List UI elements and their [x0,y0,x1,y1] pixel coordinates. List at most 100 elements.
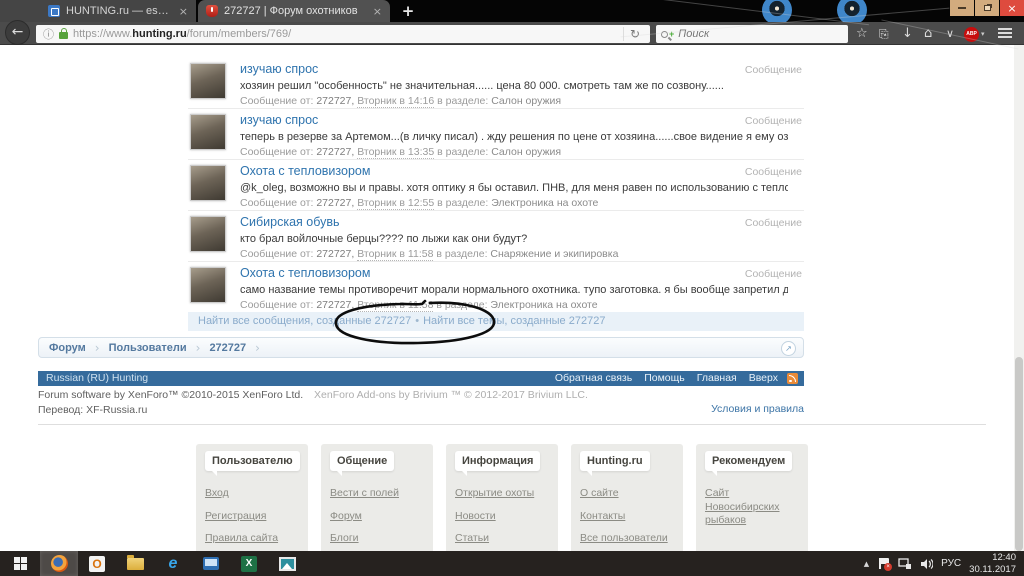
bookmark-star-icon[interactable]: ☆ [856,26,868,42]
tab-close-icon[interactable]: × [373,5,382,18]
back-button[interactable]: ← [5,20,30,45]
taskbar-firefox-button[interactable] [40,551,78,576]
page-scrollbar[interactable] [1014,45,1024,551]
post-meta: Сообщение от: 272727, Вторник в 12:55 в … [240,197,598,209]
tray-expand-icon[interactable]: ▲ [864,560,869,568]
https-lock-icon[interactable] [59,32,68,39]
post-title-link[interactable]: изучаю спрос [240,62,318,76]
taskbar-ie-button[interactable]: e [154,551,192,576]
footer-link[interactable]: Все пользователи [580,532,676,546]
url-domain: hunting.ru [132,28,186,40]
taskbar-excel-button[interactable]: X [230,551,268,576]
taskbar: O e X ▲ × РУС 12:40 30.11.2017 [0,551,1024,576]
footer-link[interactable]: Новости [455,510,551,524]
taskbar-photos-button[interactable] [268,551,306,576]
adblock-caret-icon[interactable]: ▾ [981,30,985,38]
network-icon[interactable] [898,558,912,570]
meta-section-link[interactable]: Электроника на охоте [491,197,598,209]
avatar[interactable] [190,216,226,252]
avatar[interactable] [190,114,226,150]
action-center-flag-icon[interactable]: × [877,557,890,570]
footer-link[interactable]: Форум [330,510,426,524]
clipboard-icon[interactable]: ⎘ [879,26,889,42]
meta-date-link[interactable]: Вторник в 11:58 [357,248,433,261]
tab-member-272727[interactable]: 272727 | Форум охотников × [198,0,390,22]
post-row: изучаю спрос теперь в резерве за Артемом… [188,109,804,160]
forum-credits: Forum software by XenForo™ ©2010-2015 Xe… [38,389,804,416]
search-box[interactable]: + [656,25,848,43]
meta-author-link[interactable]: 272727, [316,299,354,311]
window-restore-button[interactable] [975,0,999,16]
taskbar-outlook-button[interactable]: O [78,551,116,576]
meta-author-link[interactable]: 272727, [316,248,354,260]
pocket-chevron-icon[interactable]: ∨ [946,26,954,42]
footer-link[interactable]: Контакты [580,510,676,524]
find-all-threads-link[interactable]: Найти все темы, созданные 272727 [423,315,605,327]
breadcrumb-forum[interactable]: Форум [49,342,86,354]
terms-link[interactable]: Условия и правила [711,403,804,415]
contact-link[interactable]: Обратная связь [555,371,632,386]
top-link[interactable]: Вверх [749,371,778,386]
downloads-icon[interactable]: ↓ [902,26,913,42]
home-link[interactable]: Главная [697,371,737,386]
meta-author-link[interactable]: 272727, [316,95,354,107]
post-title-link[interactable]: Охота с тепловизором [240,164,370,178]
post-title-link[interactable]: Охота с тепловизором [240,266,370,280]
adblock-plus-icon[interactable]: ABP [964,27,979,42]
brivium-credit: XenForo Add-ons by Brivium ™ © 2012-2017… [314,389,588,401]
footer-link[interactable]: Сайт Новосибирских рыбаков [705,487,801,528]
meta-date-link[interactable]: Вторник в 13:35 [357,146,434,159]
footer-link[interactable]: Вход [205,487,301,501]
tab-close-icon[interactable]: × [179,5,188,18]
meta-author-link[interactable]: 272727, [316,146,354,158]
avatar[interactable] [190,267,226,303]
post-type-badge: Сообщение [745,115,802,127]
meta-section-link[interactable]: Салон оружия [491,95,561,107]
search-input[interactable] [678,28,798,40]
address-bar[interactable]: ⓘ https://www. hunting.ru /forum/members… [36,25,650,43]
meta-prefix: Сообщение от: [240,95,313,107]
tab-hunting-home[interactable]: HUNTING.ru — esem_sv_i... × [40,0,196,22]
find-all-messages-link[interactable]: Найти все сообщения, созданные 272727 [198,315,411,327]
avatar[interactable] [190,165,226,201]
breadcrumb-users[interactable]: Пользователи [109,342,187,354]
rss-icon[interactable] [787,373,798,384]
language-indicator[interactable]: РУС [941,558,961,569]
post-title-link[interactable]: Сибирская обувь [240,215,340,229]
page-info-icon[interactable]: ⓘ [43,26,54,42]
meta-author-link[interactable]: 272727, [316,197,354,209]
window-close-button[interactable]: × [1000,0,1024,16]
style-chooser[interactable]: Russian (RU) Hunting [38,371,543,386]
volume-icon[interactable] [920,558,933,570]
start-button[interactable] [0,551,40,576]
footer-link[interactable]: Статьи [455,532,551,546]
find-links-bar: Найти все сообщения, созданные 272727•На… [188,312,804,331]
hamburger-menu-icon[interactable] [998,28,1012,38]
quick-navigation-button[interactable]: ↗ [781,341,796,356]
reload-icon[interactable]: ↻ [623,27,646,41]
scrollbar-thumb[interactable] [1015,357,1023,551]
breadcrumb-member[interactable]: 272727 [209,342,246,354]
footer-link[interactable]: Вести с полей [330,487,426,501]
window-minimize-button[interactable] [950,0,974,16]
clock-time: 12:40 [969,552,1016,563]
footer-link[interactable]: Правила сайта [205,532,301,546]
avatar[interactable] [190,63,226,99]
home-icon[interactable]: ⌂ [924,26,932,42]
new-tab-button[interactable]: + [396,1,420,21]
meta-section-link[interactable]: Салон оружия [491,146,561,158]
footer-link[interactable]: Открытие охоты [455,487,551,501]
meta-section-link[interactable]: Снаряжение и экипировка [490,248,618,260]
help-link[interactable]: Помощь [644,371,685,386]
post-title-link[interactable]: изучаю спрос [240,113,318,127]
taskbar-devices-button[interactable] [192,551,230,576]
meta-date-link[interactable]: Вторник в 11:58 [357,299,433,312]
meta-date-link[interactable]: Вторник в 12:55 [357,197,434,210]
footer-link[interactable]: О сайте [580,487,676,501]
meta-date-link[interactable]: Вторник в 14:16 [357,95,434,108]
footer-link[interactable]: Блоги [330,532,426,546]
clock[interactable]: 12:40 30.11.2017 [969,552,1016,575]
meta-section-link[interactable]: Электроника на охоте [490,299,597,311]
taskbar-explorer-button[interactable] [116,551,154,576]
footer-link[interactable]: Регистрация [205,510,301,524]
